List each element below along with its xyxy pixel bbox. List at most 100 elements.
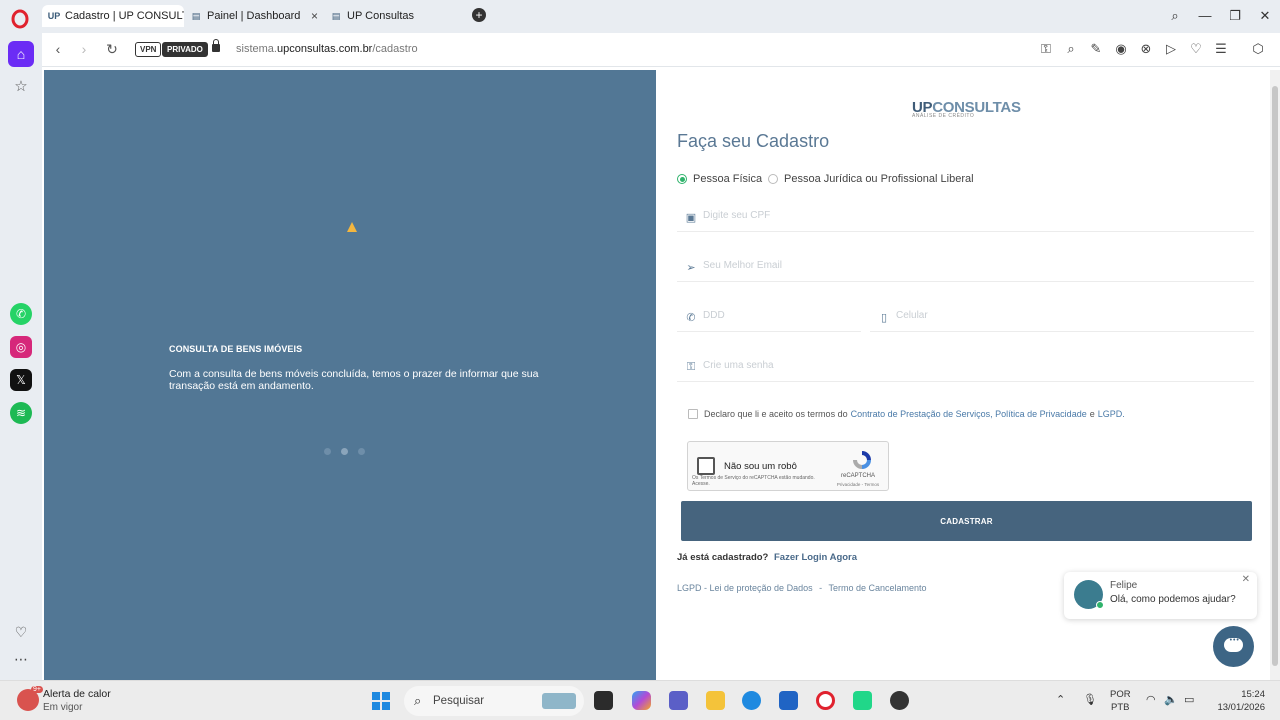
task-view-icon[interactable] [594,691,613,710]
volume-icon[interactable]: 🔈 [1164,693,1178,706]
login-link[interactable]: Fazer Login Agora [774,552,857,563]
radio-pessoa-juridica[interactable]: Pessoa Jurídica ou Profissional Liberal [768,173,974,185]
edge-icon[interactable] [742,691,761,710]
taskbar-search[interactable]: ⌕ Pesquisar [404,686,584,716]
recaptcha-checkbox[interactable] [697,457,715,475]
id-card-icon: ▣ [685,212,697,224]
search-tabs-icon[interactable]: ⌕ [1166,8,1184,24]
terms-and: e [1089,409,1095,419]
player-icon[interactable]: ▷ [1163,41,1179,57]
app-icon[interactable] [890,691,909,710]
opera-taskbar-icon[interactable] [816,691,835,710]
close-icon[interactable]: ✕ [1242,574,1250,585]
tab-title: UP Consultas [347,10,415,22]
phone-icon: ✆ [686,312,696,324]
file-explorer-icon[interactable] [706,691,725,710]
chevron-up-icon[interactable]: ⌃ [1056,693,1065,706]
heart-icon[interactable]: ♡ [1188,41,1204,57]
clock-date: 13/01/2026 [1217,702,1265,713]
tab-cadastro[interactable]: UP Cadastro | UP CONSULTAS [42,5,184,27]
carousel-dot[interactable] [324,448,331,455]
search-placeholder: Pesquisar [433,695,485,707]
radio-selected-icon[interactable] [677,174,687,184]
bookmarks-icon[interactable]: ☆ [10,76,32,98]
extensions-icon[interactable]: ⬡ [1250,41,1266,57]
radio-unselected-icon[interactable] [768,174,778,184]
opera-logo-icon[interactable] [10,9,30,29]
system-clock[interactable]: 15:24 13/01/2026 [1210,688,1265,714]
restore-button[interactable]: ❐ [1226,8,1244,24]
recaptcha-terms: Os Termos de Serviço do reCAPTCHA estão … [692,475,815,487]
lock-icon[interactable] [212,39,220,52]
terms-checkbox[interactable] [688,409,698,419]
weather-alert-icon[interactable]: 9+ [17,686,43,711]
home-icon[interactable]: ⌂ [8,41,34,67]
zoom-icon[interactable]: ⌕ [1063,41,1079,57]
battery-icon[interactable]: ▭ [1184,693,1194,706]
phone-input[interactable] [896,310,1204,321]
weather-title[interactable]: Alerta de calor [43,688,111,700]
key-icon[interactable]: ⚿ [1038,41,1054,57]
radio-pessoa-fisica[interactable]: Pessoa Física [677,173,762,185]
lgpd-link[interactable]: LGPD. [1098,409,1125,419]
tab-up-consultas[interactable]: ▤ UP Consultas [324,5,464,27]
x-twitter-icon[interactable]: 𝕏 [10,369,32,391]
recaptcha-privacy-link[interactable]: Privacidade - Termos [828,482,888,487]
url-domain: upconsultas.com.br [276,43,373,55]
vpn-badge[interactable]: VPN [135,42,162,57]
whatsapp-icon[interactable]: ✆ [10,303,32,325]
wifi-icon[interactable]: ◠ [1146,693,1156,706]
lgpd-footer-link[interactable]: LGPD - Lei de proteção de Dados [677,583,813,593]
instagram-icon[interactable]: ◎ [10,336,32,358]
up-favicon-icon: UP [47,11,61,21]
store-icon[interactable] [779,691,798,710]
weather-badge: 9+ [31,686,43,693]
teams-icon[interactable] [669,691,688,710]
terms-row: Declaro que li e aceito os termos do Con… [688,409,1128,419]
language-indicator[interactable]: POR PTB [1110,688,1131,714]
minimize-button[interactable]: — [1196,8,1214,23]
contract-link[interactable]: Contrato de Prestação de Serviços, Polít… [851,409,1087,419]
close-window-button[interactable]: ✕ [1256,8,1274,24]
carousel-dot[interactable] [341,448,348,455]
cpf-input[interactable] [703,210,1165,221]
camera-icon[interactable]: ◉ [1113,41,1129,57]
search-highlight-icon [542,693,576,709]
more-icon[interactable]: ⋯ [10,648,32,670]
forward-icon[interactable]: › [76,41,92,57]
reload-icon[interactable]: ↻ [104,41,120,58]
ddd-input[interactable] [703,310,851,321]
chat-agent-name: Felipe [1110,580,1138,591]
adblock-icon[interactable]: ⊗ [1138,41,1154,57]
page-scrollbar[interactable] [1270,70,1280,680]
url-field[interactable]: sistema.upconsultas.com.br/cadastro [236,43,418,55]
tab-dashboard[interactable]: ▤ Painel | Dashboard Co × [184,5,324,27]
footer-separator: - [819,583,823,593]
microphone-icon[interactable]: 🎙 [1083,693,1097,706]
easy-setup-icon[interactable]: ☰ [1213,41,1229,57]
recaptcha-icon [853,451,871,469]
spotify-icon[interactable]: ≋ [10,402,32,424]
edit-icon[interactable]: ✎ [1088,41,1104,57]
close-tab-icon[interactable]: × [311,9,318,23]
cancel-terms-link[interactable]: Termo de Cancelamento [828,583,926,593]
taskbar: 9+ Alerta de calor Em vigor ⌕ Pesquisar … [0,680,1280,720]
carousel-dot[interactable] [358,448,365,455]
avatar [1074,580,1104,609]
chat-launcher-button[interactable] [1213,626,1254,667]
copilot-icon[interactable] [632,691,651,710]
send-icon: ➢ [686,262,696,274]
url-prefix: sistema. [236,43,277,55]
email-input[interactable] [703,260,1165,271]
brand-subtitle: ANÁLISE DE CRÉDITO [912,113,975,119]
heart-icon[interactable]: ♡ [10,621,32,643]
back-icon[interactable]: ‹ [50,41,66,57]
chat-bubble[interactable]: Felipe Olá, como podemos ajudar? ✕ [1064,572,1257,619]
chat-message: Olá, como podemos ajudar? [1110,594,1236,605]
register-button[interactable]: CADASTRAR [681,501,1252,541]
pycharm-icon[interactable] [853,691,872,710]
scrollbar-thumb[interactable] [1272,86,1278,666]
start-icon[interactable] [372,692,390,710]
password-input[interactable] [703,360,1165,371]
new-tab-button[interactable]: + [472,8,486,22]
